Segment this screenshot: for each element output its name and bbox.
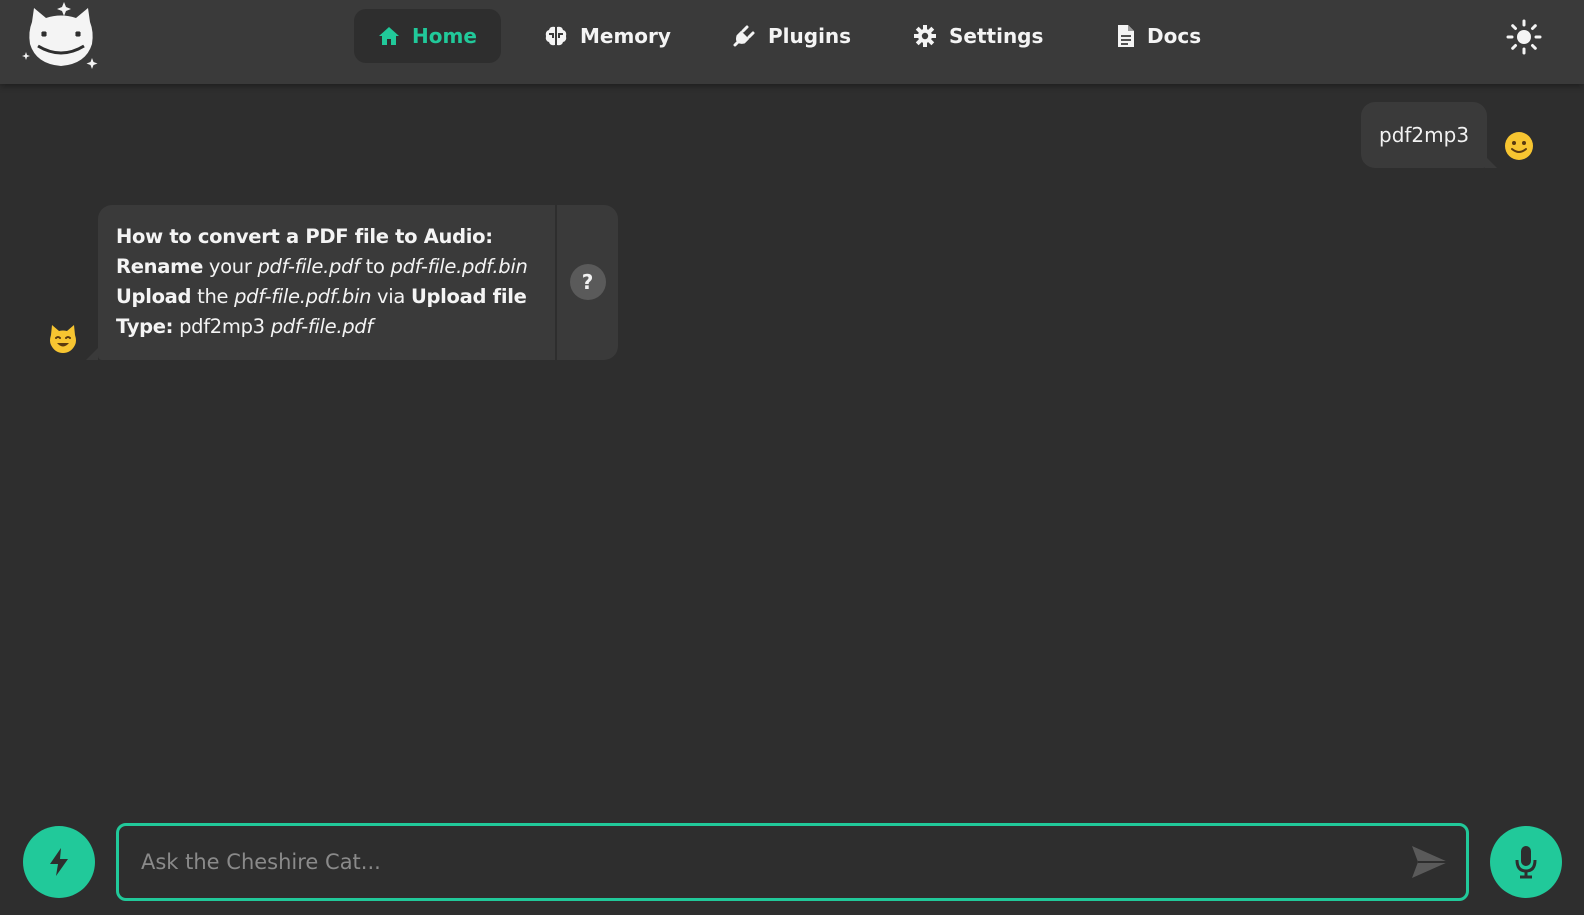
user-avatar-smiley-icon: [1505, 132, 1533, 160]
bold-text: Type:: [116, 315, 174, 338]
nav-plugins-label: Plugins: [768, 24, 852, 48]
nav-settings-label: Settings: [949, 24, 1044, 48]
bolt-icon: [50, 848, 68, 876]
sun-icon[interactable]: [1506, 19, 1542, 55]
nav-memory[interactable]: Memory: [520, 9, 695, 63]
bot-message-line: Rename your pdf-file.pdf to pdf-file.pdf…: [116, 252, 555, 282]
nav-docs-label: Docs: [1147, 24, 1202, 48]
bot-avatar-cat-icon: [50, 325, 76, 353]
nav-settings[interactable]: Settings: [889, 9, 1067, 63]
user-message-bubble: pdf2mp3: [1361, 102, 1498, 168]
bot-message-text: How to convert a PDF file to Audio: Rena…: [98, 205, 555, 360]
user-message-text: pdf2mp3: [1379, 123, 1470, 147]
plain-text: your: [203, 255, 258, 278]
italic-text: pdf-file.pdf.bin: [234, 285, 372, 308]
italic-text: pdf-file.pdf: [257, 255, 360, 278]
bot-message-line: How to convert a PDF file to Audio:: [116, 222, 555, 252]
send-icon[interactable]: [1410, 844, 1450, 880]
bold-text: Upload: [116, 285, 192, 308]
italic-text: pdf-file.pdf: [270, 315, 374, 338]
nav-home[interactable]: Home: [354, 9, 501, 63]
nav-memory-label: Memory: [580, 24, 671, 48]
plain-text: via: [371, 285, 411, 308]
bot-message-line: Upload the pdf-file.pdf.bin via Upload f…: [116, 282, 555, 312]
why-button[interactable]: ?: [569, 264, 606, 300]
plain-text: pdf2mp3: [173, 315, 271, 338]
plain-text: the: [191, 285, 235, 308]
gear-icon: [914, 25, 936, 47]
bold-text: Rename: [116, 255, 204, 278]
nav-plugins[interactable]: Plugins: [708, 9, 875, 63]
microphone-icon: [1515, 846, 1537, 879]
chat-input-container: [116, 823, 1469, 901]
top-navbar: Home Memory Plugins Settings Docs: [0, 0, 1584, 84]
microphone-button[interactable]: [1490, 826, 1562, 898]
document-icon: [1118, 25, 1134, 47]
italic-text: pdf-file.pdf.bin: [390, 255, 528, 278]
prompt-suggestions-button[interactable]: [23, 826, 95, 898]
home-icon: [379, 27, 399, 45]
chat-input[interactable]: [139, 826, 1379, 898]
brain-icon: [545, 26, 567, 46]
bot-message-line: Type: pdf2mp3 pdf-file.pdf: [116, 312, 555, 342]
bot-message-side-panel: ?: [555, 205, 618, 360]
plug-icon: [733, 25, 755, 47]
nav-docs[interactable]: Docs: [1093, 9, 1225, 63]
bubble-tail: [1485, 156, 1498, 168]
bot-message-bubble: How to convert a PDF file to Audio: Rena…: [86, 205, 618, 360]
nav-home-label: Home: [412, 24, 477, 48]
bold-text: Upload file: [410, 285, 527, 308]
cheshire-cat-logo[interactable]: [22, 2, 100, 72]
bubble-tail: [86, 348, 98, 360]
plain-text: to: [359, 255, 391, 278]
bold-text: How to convert a PDF file to Audio:: [116, 225, 493, 248]
